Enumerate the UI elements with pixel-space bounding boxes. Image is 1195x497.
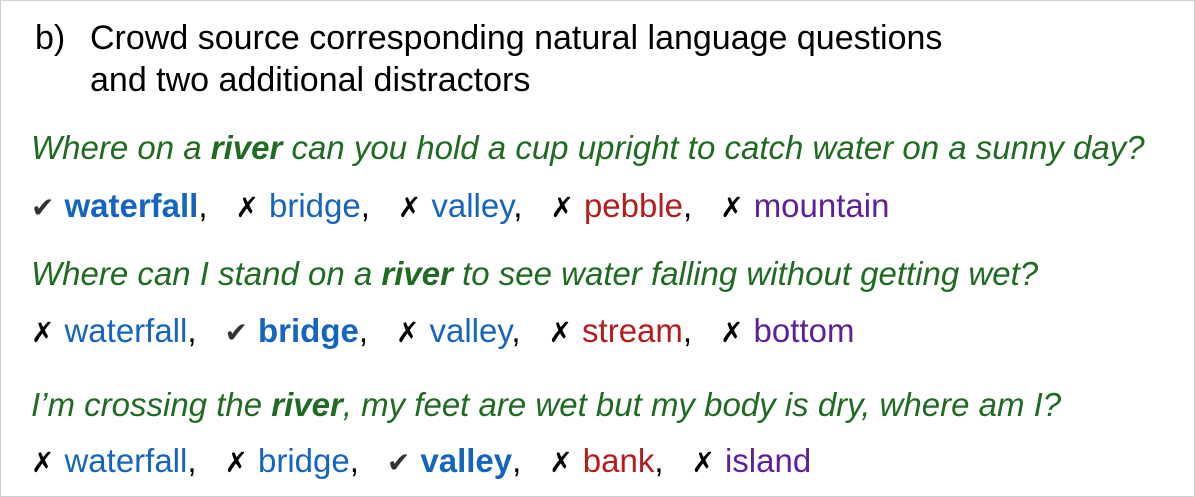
answer-row-3: ✗ waterfall, ✗ bridge, ✔ valley, ✗ bank, ✗ island — [31, 442, 839, 480]
question-text-pre: Where on a — [31, 129, 211, 166]
answer-separator: , — [360, 187, 370, 224]
panel-label: b) — [35, 19, 66, 57]
answer-option: ✗ bridge, — [225, 442, 359, 480]
answer-word: island — [724, 442, 812, 479]
answer-row-1: ✔ waterfall, ✗ bridge, ✗ valley, ✗ pebble, ✗ moun… — [31, 187, 917, 225]
question-text-post: to see water falling without getting wet… — [452, 255, 1039, 292]
answer-separator: , — [511, 312, 521, 349]
check-mark-icon: ✔ — [224, 316, 248, 349]
cross-mark-icon: ✗ — [548, 316, 573, 349]
answer-option: ✗ valley, — [396, 312, 521, 350]
answer-word: bottom — [753, 312, 855, 349]
question-keyword: river — [271, 386, 343, 423]
question-2: Where can I stand on a river to see wate… — [31, 255, 1038, 293]
cross-mark-icon: ✗ — [396, 316, 420, 349]
answer-separator: , — [198, 187, 208, 224]
answer-word: mountain — [753, 187, 890, 224]
question-text-post: , my feet are wet but my body is dry, wh… — [342, 386, 1062, 423]
answer-option: ✗ waterfall, — [31, 442, 197, 480]
answer-word: bank — [582, 442, 655, 479]
answer-word: valley — [420, 442, 513, 479]
cross-mark-icon: ✗ — [31, 446, 55, 479]
answer-option: ✗ stream, — [549, 312, 693, 350]
answer-word: stream — [582, 312, 683, 349]
answer-word: bridge — [258, 442, 350, 479]
answer-option: ✗ mountain — [720, 187, 889, 225]
question-text-post: can you hold a cup upright to catch wate… — [282, 129, 1145, 166]
answer-separator: , — [654, 442, 664, 479]
figure-panel: b) Crowd source corresponding natural la… — [0, 0, 1195, 497]
question-keyword: river — [381, 255, 453, 292]
check-mark-icon: ✔ — [31, 191, 55, 224]
answer-option: ✗ bank, — [549, 442, 663, 480]
question-1: Where on a river can you hold a cup upri… — [31, 129, 1145, 167]
answer-word: bridge — [269, 187, 361, 224]
cross-mark-icon: ✗ — [235, 191, 259, 224]
cross-mark-icon: ✗ — [720, 191, 744, 224]
answer-option: ✗ valley, — [398, 187, 523, 225]
answer-separator: , — [358, 312, 369, 349]
cross-mark-icon: ✗ — [550, 191, 574, 224]
answer-row-2: ✗ waterfall, ✔ bridge, ✗ valley, ✗ stream, ✗ bott… — [31, 312, 882, 350]
panel-title: Crowd source corresponding natural langu… — [90, 19, 943, 99]
answer-separator: , — [187, 442, 197, 479]
cross-mark-icon: ✗ — [224, 446, 248, 479]
cross-mark-icon: ✗ — [691, 446, 715, 479]
answer-option: ✗ bottom — [720, 312, 854, 350]
answer-separator: , — [349, 442, 359, 479]
answer-word: pebble — [583, 187, 684, 224]
answer-option: ✗ waterfall, — [31, 312, 197, 350]
question-text-pre: Where can I stand on a — [31, 255, 382, 292]
answer-separator: , — [682, 312, 693, 349]
answer-word: waterfall — [64, 187, 199, 224]
cross-mark-icon: ✗ — [397, 191, 422, 224]
cross-mark-icon: ✗ — [31, 316, 55, 349]
answer-option: ✔ bridge, — [225, 312, 368, 350]
question-3: I’m crossing the river, my feet are wet … — [31, 386, 1061, 424]
question-text-pre: I’m crossing the — [31, 386, 272, 423]
answer-option: ✗ bridge, — [236, 187, 370, 225]
cross-mark-icon: ✗ — [549, 446, 573, 479]
answer-separator: , — [683, 187, 693, 224]
answer-word: valley — [429, 312, 512, 349]
answer-word: valley — [431, 187, 514, 224]
cross-mark-icon: ✗ — [720, 316, 744, 349]
answer-word: waterfall — [64, 312, 188, 349]
answer-option: ✗ pebble, — [550, 187, 692, 225]
answer-option: ✔ waterfall, — [31, 187, 208, 225]
check-mark-icon: ✔ — [386, 446, 411, 479]
answer-separator: , — [513, 187, 523, 224]
answer-option: ✔ valley, — [387, 442, 521, 480]
answer-word: bridge — [258, 312, 359, 349]
answer-separator: , — [512, 442, 522, 479]
answer-separator: , — [187, 312, 197, 349]
question-keyword: river — [210, 129, 283, 166]
panel-heading: b) Crowd source corresponding natural la… — [35, 17, 1090, 101]
answer-word: waterfall — [64, 442, 188, 479]
answer-option: ✗ island — [692, 442, 812, 480]
